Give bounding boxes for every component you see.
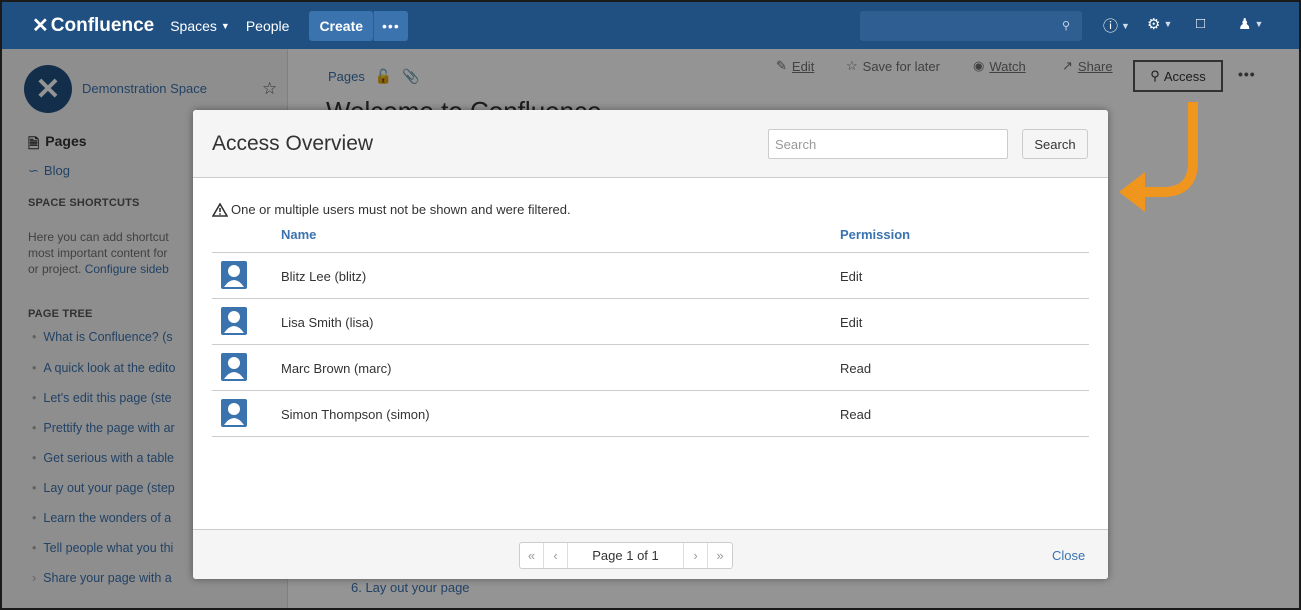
screenshot-border <box>0 0 1301 610</box>
